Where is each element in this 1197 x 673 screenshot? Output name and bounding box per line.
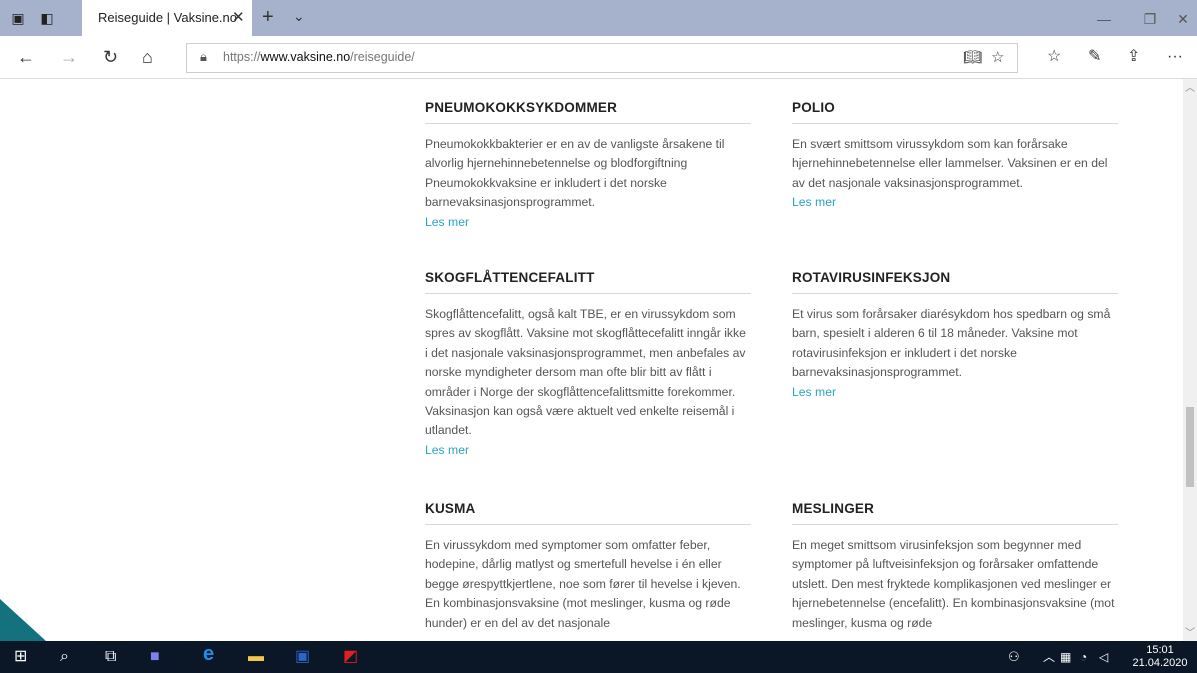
home-icon[interactable]: ⌂: [142, 47, 153, 67]
back-icon[interactable]: ←: [17, 47, 35, 67]
section-body: Et virus som forårsaker diarésykdom hos …: [792, 307, 1111, 380]
more-menu-icon[interactable]: ···: [1167, 47, 1183, 67]
section-body: En svært smittsom virussykdom som kan fo…: [792, 137, 1108, 190]
section-meslinger: MESLINGER En meget smittsom virusinfeksj…: [792, 501, 1118, 633]
section-title: POLIO: [792, 100, 1118, 124]
section-title: KUSMA: [425, 501, 751, 525]
network-icon[interactable]: ▦: [1060, 648, 1071, 666]
share-icon[interactable]: ⇪: [1127, 47, 1140, 67]
tab-bar: ▣ ◧ Reiseguide | Vaksine.no ✕ + ⌄ — ❐ ✕: [0, 0, 1197, 36]
section-title: MESLINGER: [792, 501, 1118, 525]
search-icon[interactable]: ⌕: [60, 648, 69, 666]
word-icon[interactable]: ▣: [295, 648, 310, 666]
les-mer-link[interactable]: Les mer: [425, 213, 751, 232]
section-title: SKOGFLÅTTENCEFALITT: [425, 270, 751, 294]
section-polio: POLIO En svært smittsom virussykdom som …: [792, 100, 1118, 213]
section-body: Skogflåttencefalitt, også kalt TBE, er e…: [425, 307, 746, 438]
tab-list-chevron-icon[interactable]: ⌄: [293, 8, 305, 25]
section-skogflattencefalitt: SKOGFLÅTTENCEFALITT Skogflåttencefalitt,…: [425, 270, 751, 460]
refresh-icon[interactable]: ↻: [103, 47, 118, 67]
people-icon[interactable]: ⚇: [1008, 648, 1020, 666]
favorites-hub-icon[interactable]: ☆: [1047, 47, 1061, 67]
decorative-corner-shape: [0, 599, 46, 641]
forward-icon[interactable]: →: [60, 47, 78, 67]
page-content: PNEUMOKOKKSYKDOMMER Pneumokokkbakterier …: [0, 79, 1183, 641]
scrollbar-thumb[interactable]: [1186, 407, 1194, 487]
system-clock[interactable]: 15:01 21.04.2020: [1129, 644, 1191, 670]
navigation-bar: ← → ↻ ⌂ 🔒︎ https://www.vaksine.no/reiseg…: [0, 36, 1197, 79]
address-bar[interactable]: 🔒︎ https://www.vaksine.no/reiseguide/ 📖︎…: [186, 43, 1018, 73]
tab-actions-icon[interactable]: ▣: [9, 9, 27, 27]
section-title: PNEUMOKOKKSYKDOMMER: [425, 100, 751, 124]
clock-date: 21.04.2020: [1132, 657, 1188, 669]
volume-icon[interactable]: ◁: [1099, 648, 1108, 666]
les-mer-link[interactable]: Les mer: [792, 383, 1118, 402]
windows-start-icon[interactable]: ⊞: [14, 648, 27, 666]
reading-view-icon[interactable]: 📖︎: [963, 48, 982, 66]
task-view-icon[interactable]: ⧉: [105, 648, 116, 666]
wifi-icon[interactable]: ◔: [1080, 648, 1087, 666]
edge-icon[interactable]: e: [203, 644, 214, 664]
vertical-scrollbar[interactable]: ︿ ﹀: [1183, 79, 1197, 641]
section-pneumokokksykdommer: PNEUMOKOKKSYKDOMMER Pneumokokkbakterier …: [425, 100, 751, 232]
section-body: Pneumokokkbakterier er en av de vanligst…: [425, 137, 725, 210]
show-hidden-icons-icon[interactable]: ︿: [1043, 648, 1055, 666]
web-note-icon[interactable]: ✎: [1088, 47, 1101, 67]
tab-active[interactable]: Reiseguide | Vaksine.no ✕: [82, 0, 252, 36]
section-title: ROTAVIRUSINFEKSJON: [792, 270, 1118, 294]
teams-icon[interactable]: ■: [150, 648, 160, 666]
tab-title: Reiseguide | Vaksine.no: [98, 10, 238, 25]
section-body: En virussykdom med symptomer som omfatte…: [425, 538, 741, 630]
section-kusma: KUSMA En virussykdom med symptomer som o…: [425, 501, 751, 633]
clock-time: 15:01: [1146, 644, 1174, 656]
section-body: En meget smittsom virusinfeksjon som beg…: [792, 538, 1115, 630]
section-rotavirusinfeksjon: ROTAVIRUSINFEKSJON Et virus som forårsak…: [792, 270, 1118, 402]
scroll-up-icon[interactable]: ︿: [1185, 79, 1195, 94]
taskbar: ⊞ ⌕ ⧉ ■ e ▬ ▣ ◩ ⚇ ︿ ▦ ◔ ◁ 15:01 21.04.20…: [0, 641, 1197, 673]
new-tab-icon[interactable]: +: [262, 6, 274, 29]
set-aside-tabs-icon[interactable]: ◧: [38, 9, 56, 27]
acrobat-icon[interactable]: ◩: [343, 648, 358, 666]
scroll-down-icon[interactable]: ﹀: [1185, 624, 1195, 639]
file-explorer-icon[interactable]: ▬: [248, 648, 264, 666]
favorite-star-icon[interactable]: ☆: [991, 48, 1004, 66]
tab-close-icon[interactable]: ✕: [232, 8, 245, 26]
close-window-icon[interactable]: ✕: [1160, 6, 1197, 32]
url-text[interactable]: https://www.vaksine.no/reiseguide/: [223, 50, 415, 64]
lock-icon: 🔒︎: [200, 49, 207, 64]
les-mer-link[interactable]: Les mer: [792, 193, 1118, 212]
minimize-icon[interactable]: —: [1081, 6, 1127, 32]
les-mer-link[interactable]: Les mer: [425, 441, 751, 460]
